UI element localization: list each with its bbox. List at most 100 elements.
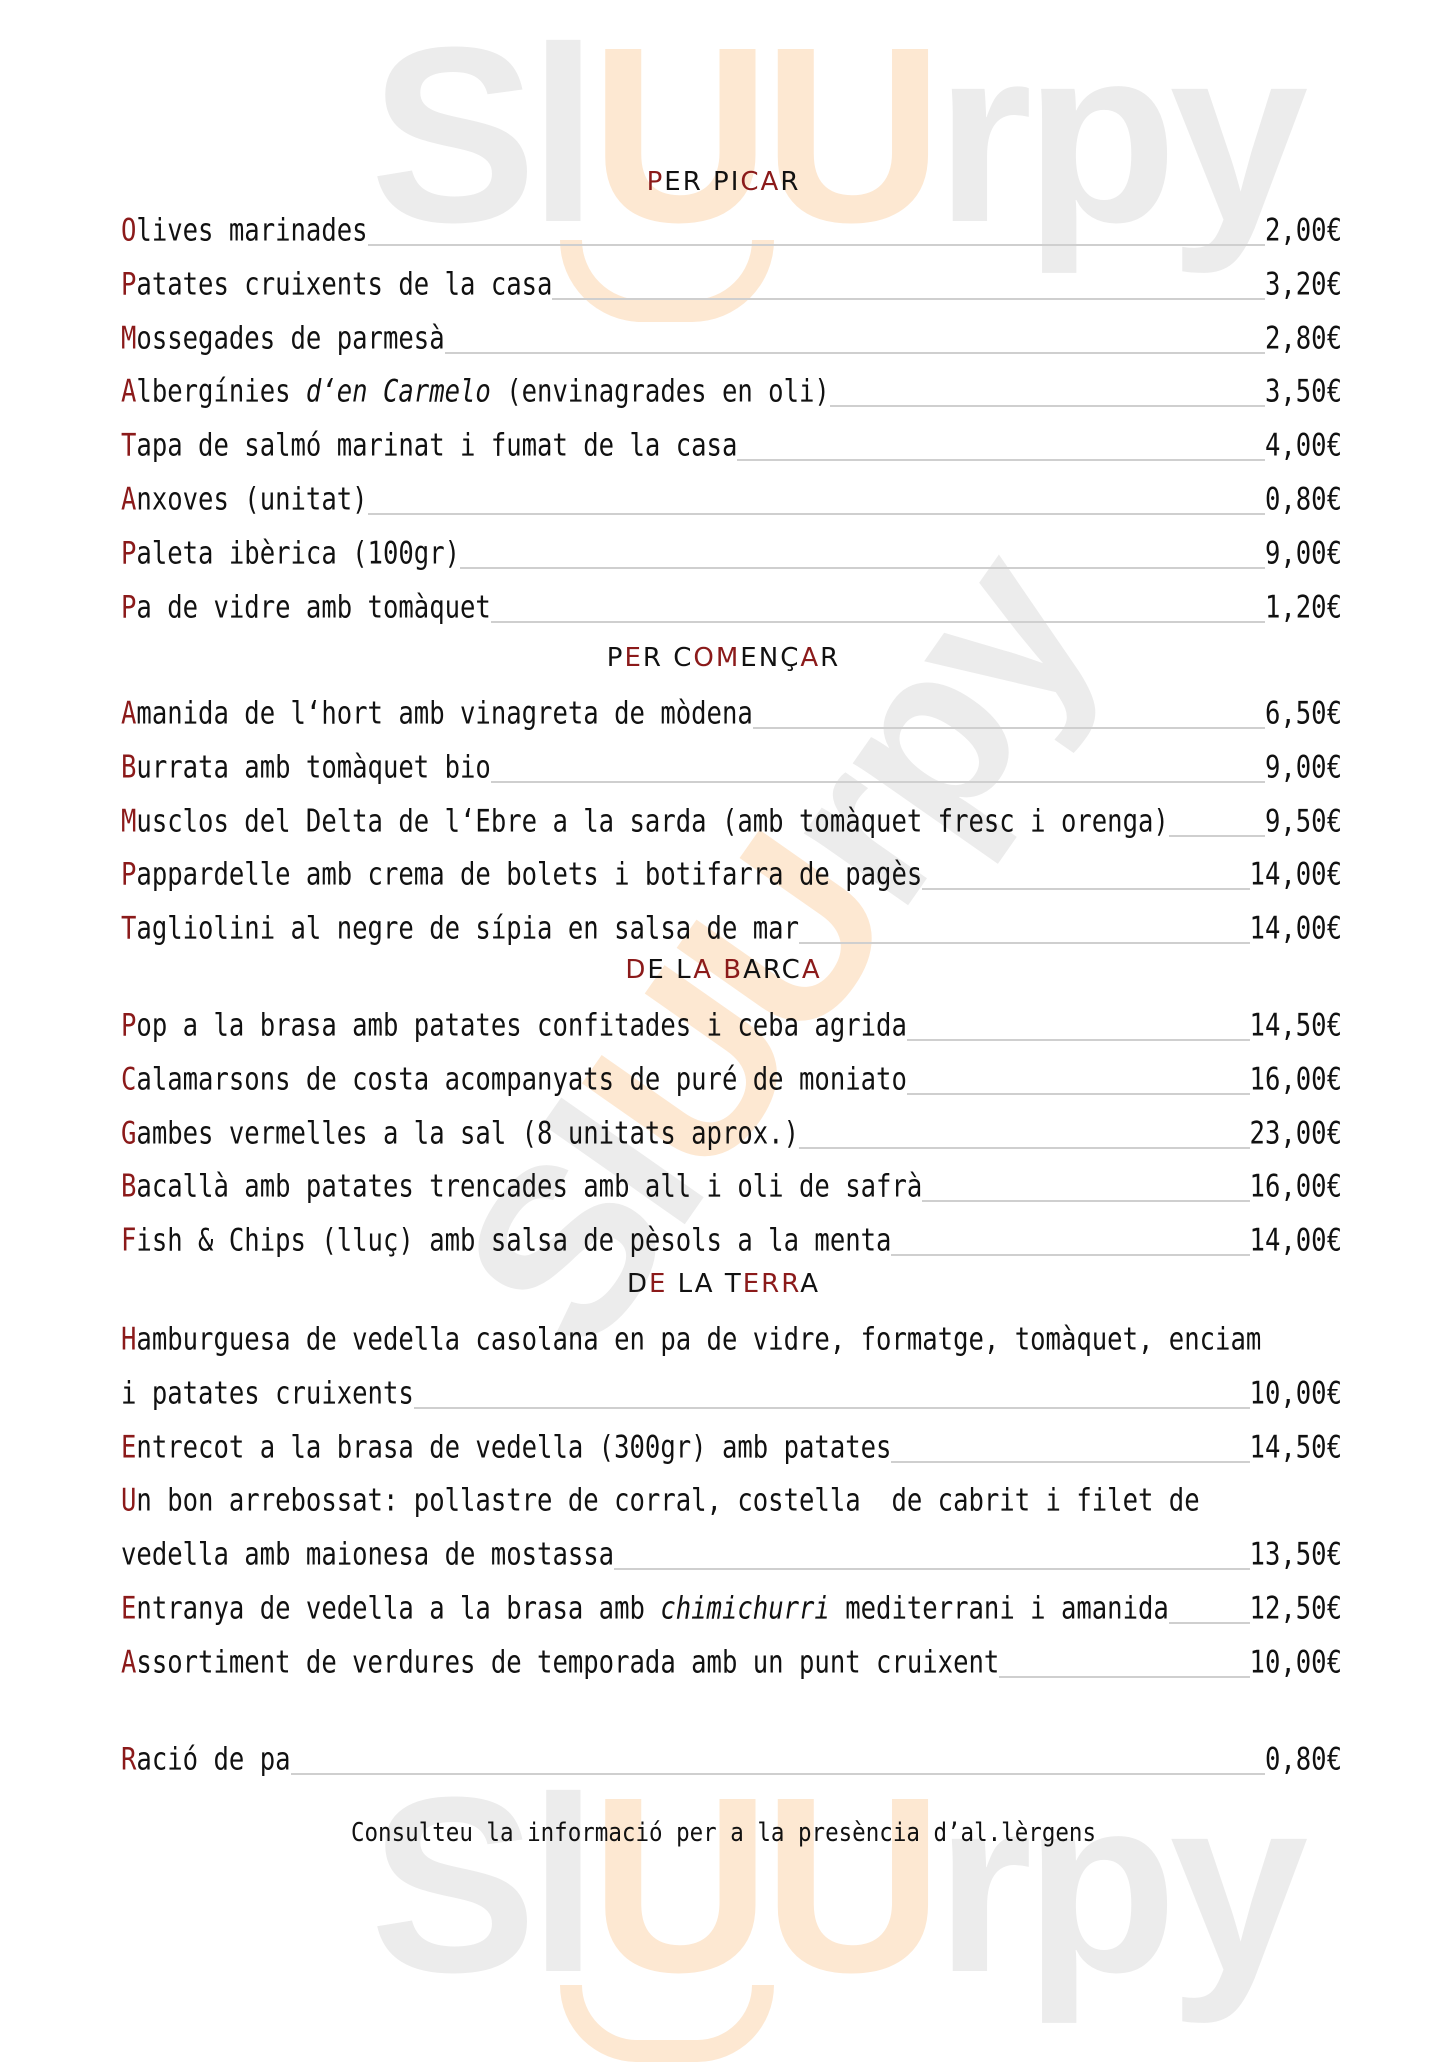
- item-name: Assortiment de verdures de temporada amb…: [121, 1644, 999, 1681]
- heading-letter: L: [677, 1269, 695, 1299]
- dotted-leader: [367, 513, 1265, 515]
- menu-item: Un bon arrebossat: pollastre de corral, …: [121, 1479, 1342, 1520]
- heading-letter: L: [676, 955, 694, 985]
- item-initial: A: [121, 481, 137, 518]
- menu-item: Assortiment de verdures de temporada amb…: [121, 1641, 1342, 1681]
- menu-item: Patates cruixents de la casa 3,20€: [121, 263, 1342, 303]
- heading-letter: R: [761, 1269, 782, 1299]
- dotted-leader: [614, 1568, 1250, 1571]
- item-price: 3,50€: [1264, 373, 1342, 411]
- heading-letter: A: [801, 955, 822, 985]
- item-initial: M: [121, 802, 137, 840]
- menu-item: Albergínies d‘en Carmelo (envinagrades e…: [121, 370, 1342, 411]
- item-price: 14,50€: [1249, 1007, 1342, 1044]
- item-name-rest: usclos del Delta de l‘Ebre a la sarda (a…: [136, 802, 1169, 840]
- heading-letter: B: [723, 955, 744, 985]
- item-price: 23,00€: [1249, 1114, 1342, 1152]
- menu-item: Paleta ibèrica (100gr) 9,00€: [121, 532, 1342, 572]
- heading-letter: P: [646, 167, 665, 197]
- item-initial: T: [121, 427, 137, 465]
- item-name-rest: amburguesa de vedella casolana en pa de …: [136, 1321, 1262, 1358]
- item-name: i patates cruixents: [121, 1375, 414, 1412]
- heading-letter: A: [694, 1269, 715, 1299]
- dotted-leader: [891, 1254, 1250, 1257]
- heading-letter: N: [758, 643, 781, 673]
- heading-letter: A: [800, 1269, 821, 1299]
- item-name: Bacallà amb patates trencades amb all i …: [121, 1169, 922, 1206]
- menu-item: Fish & Chips (lluç) amb salsa de pèsols …: [121, 1219, 1342, 1260]
- item-name: Paleta ibèrica (100gr): [121, 535, 460, 572]
- item-name: Fish & Chips (lluç) amb salsa de pèsols …: [121, 1223, 891, 1260]
- item-name-after: (envinagrades en oli): [490, 373, 830, 411]
- dotted-leader: [752, 727, 1265, 729]
- dotted-leader: [999, 1675, 1250, 1678]
- heading-letter: [666, 955, 676, 985]
- heading-letter: [667, 1269, 677, 1299]
- item-name: Un bon arrebossat: pollastre de corral, …: [121, 1483, 1200, 1520]
- item-name: Entrecot a la brasa de vedella (300gr) a…: [121, 1429, 891, 1466]
- dotted-leader: [906, 1039, 1250, 1041]
- heading-letter: [663, 643, 673, 673]
- item-name-rest: lives marinades: [136, 212, 368, 249]
- item-name-italic: d‘en Carmelo: [305, 373, 491, 411]
- item-name: vedella amb maionesa de mostassa: [121, 1537, 614, 1574]
- item-price: 2,80€: [1264, 319, 1342, 357]
- menu-item: Olives marinades 2,00€: [121, 209, 1342, 249]
- item-name-rest: lbergínies: [136, 373, 306, 411]
- menu-item: Calamarsons de costa acompanyats de puré…: [121, 1058, 1342, 1098]
- menu-item: Burrata amb tomàquet bio 9,00€: [121, 746, 1342, 786]
- item-price: 9,00€: [1264, 535, 1342, 572]
- dotted-leader: [891, 1460, 1250, 1463]
- section-heading: DE LA TERRA: [0, 1269, 1447, 1299]
- menu-item: Gambes vermelles a la sal (8 unitats apr…: [121, 1112, 1342, 1152]
- item-initial: P: [121, 266, 137, 303]
- item-initial: O: [121, 212, 137, 249]
- item-price: 14,00€: [1249, 856, 1342, 894]
- dotted-leader: [829, 405, 1265, 408]
- item-name-rest: i patates cruixents: [121, 1375, 414, 1412]
- menu-item: Amanida de l‘hort amb vinagreta de mòden…: [121, 692, 1342, 732]
- item-price: 10,00€: [1249, 1644, 1342, 1681]
- item-price: 16,00€: [1249, 1061, 1342, 1098]
- section-heading: PER COMENÇAR: [0, 643, 1447, 673]
- heading-letter: E: [648, 1269, 668, 1299]
- item-name: Calamarsons de costa acompanyats de puré…: [121, 1061, 907, 1098]
- item-price: 14,00€: [1249, 1222, 1342, 1260]
- heading-letter: A: [760, 167, 781, 197]
- heading-letter: A: [693, 955, 713, 985]
- item-name-rest: agliolini al negre de sípia en salsa de …: [136, 910, 799, 948]
- menu-item-continuation: i patates cruixents 10,00€: [121, 1372, 1342, 1412]
- heading-letter: D: [626, 1269, 649, 1299]
- dotted-leader: [799, 1146, 1250, 1149]
- item-initial: E: [121, 1590, 137, 1627]
- item-price: 14,00€: [1249, 910, 1342, 948]
- dotted-leader: [1168, 1622, 1250, 1624]
- item-initial: A: [121, 695, 137, 732]
- item-price: 13,50€: [1249, 1536, 1342, 1574]
- item-name: Entranya de vedella a la brasa amb chimi…: [121, 1590, 1169, 1627]
- heading-letter: E: [740, 643, 759, 673]
- item-initial: H: [121, 1321, 137, 1358]
- menu-item: Tapa de salmó marinat i fumat de la casa…: [121, 424, 1342, 465]
- heading-letter: E: [664, 167, 683, 197]
- heading-letter: R: [820, 643, 841, 673]
- item-name: Tagliolini al negre de sípia en salsa de…: [121, 911, 799, 948]
- item-initial: P: [121, 535, 137, 572]
- section-heading: DE LA BARCA: [0, 955, 1447, 985]
- heading-letter: P: [606, 643, 625, 673]
- menu-item-continuation: vedella amb maionesa de mostassa 13,50€: [121, 1533, 1342, 1574]
- heading-letter: M: [715, 643, 741, 673]
- heading-letter: E: [742, 1269, 762, 1299]
- dotted-leader: [413, 1406, 1250, 1409]
- item-initial: C: [121, 1061, 137, 1098]
- item-name: Pappardelle amb crema de bolets i botifa…: [121, 857, 922, 894]
- item-price: 4,00€: [1264, 427, 1342, 465]
- heading-letter: R: [781, 1269, 801, 1299]
- item-name-rest: atates cruixents de la casa: [136, 266, 553, 303]
- item-name: Pop a la brasa amb patates confitades i …: [121, 1007, 907, 1044]
- menu-item: Anxoves (unitat) 0,80€: [121, 478, 1342, 518]
- menu-item: Mossegades de parmesà 2,80€: [121, 317, 1342, 357]
- item-price: 12,50€: [1249, 1590, 1342, 1627]
- menu-item: Pa de vidre amb tomàquet 1,20€: [121, 586, 1342, 626]
- item-name: Tapa de salmó marinat i fumat de la casa: [121, 428, 737, 465]
